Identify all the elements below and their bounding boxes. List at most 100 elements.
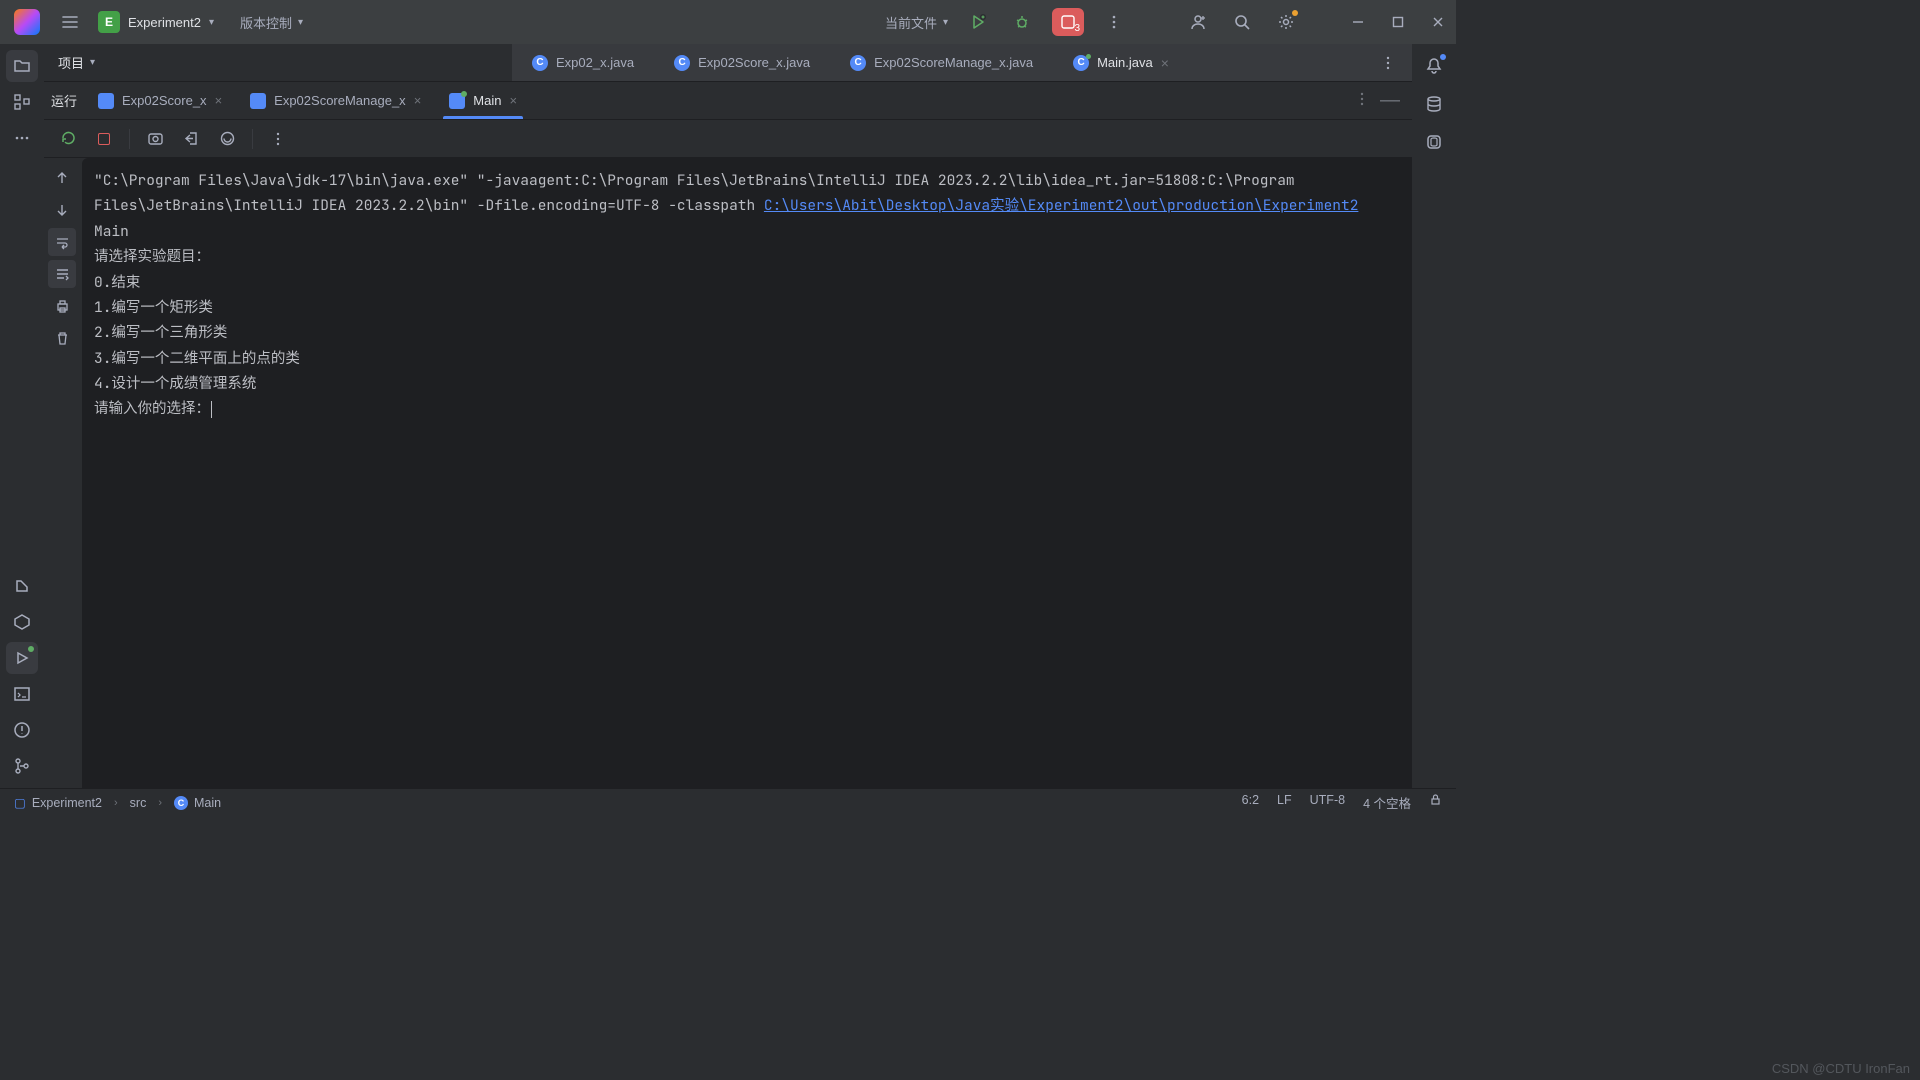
notifications-tool-button[interactable] xyxy=(1418,50,1450,82)
notifications-button[interactable]: 3 xyxy=(1052,8,1084,36)
console-line: 4.设计一个成绩管理系统 xyxy=(94,374,256,393)
editor-tab-exp02x[interactable]: C Exp02_x.java xyxy=(512,44,654,81)
chevron-down-icon: ▾ xyxy=(298,17,303,28)
run-tab-main[interactable]: Main × xyxy=(435,82,531,119)
run-tab-label: Main xyxy=(473,93,501,108)
project-badge: E xyxy=(98,11,120,33)
terminal-tool-button[interactable] xyxy=(6,678,38,710)
class-icon: C xyxy=(174,796,188,810)
maximize-icon[interactable] xyxy=(1386,10,1410,34)
chevron-down-icon: ▾ xyxy=(90,57,95,68)
scroll-down-icon[interactable] xyxy=(48,196,76,224)
git-tool-button[interactable] xyxy=(6,750,38,782)
lock-icon[interactable] xyxy=(1429,793,1442,812)
notification-count: 3 xyxy=(1074,23,1080,34)
editor-tab-label: Exp02Score_x.java xyxy=(698,55,810,70)
indent-setting[interactable]: 4 个空格 xyxy=(1363,793,1411,812)
more-icon[interactable] xyxy=(1100,8,1128,36)
line-separator[interactable]: LF xyxy=(1277,793,1292,812)
build-tool-button[interactable] xyxy=(6,570,38,602)
close-tab-icon[interactable]: × xyxy=(414,93,422,108)
run-tab-exp02score[interactable]: Exp02Score_x × xyxy=(84,82,236,119)
project-panel-title: 项目 xyxy=(58,53,84,72)
breadcrumb-seg: Experiment2 xyxy=(32,796,102,810)
right-toolbar xyxy=(1412,44,1456,788)
classpath-link[interactable]: C:\Users\Abit\Desktop\Java实验\Experiment2… xyxy=(764,196,1359,215)
editor-tab-label: Exp02_x.java xyxy=(556,55,634,70)
close-tab-icon[interactable]: × xyxy=(509,93,517,108)
hide-panel-icon[interactable]: — xyxy=(1380,89,1400,112)
file-encoding[interactable]: UTF-8 xyxy=(1310,793,1345,812)
stop-button[interactable] xyxy=(90,125,118,153)
editor-tab-label: Main.java xyxy=(1097,55,1153,70)
breadcrumb[interactable]: ▢ Experiment2 › src › C Main xyxy=(14,795,221,810)
run-config-selector[interactable]: 当前文件 ▾ xyxy=(885,13,948,32)
minimize-icon[interactable] xyxy=(1346,10,1370,34)
watermark: CSDN @CDTU IronFan xyxy=(1772,1061,1910,1076)
editor-tab-label: Exp02ScoreManage_x.java xyxy=(874,55,1033,70)
project-selector[interactable]: E Experiment2 ▾ xyxy=(92,9,220,35)
dump-button[interactable] xyxy=(213,125,241,153)
console-gutter xyxy=(44,158,80,788)
console-output[interactable]: "C:\Program Files\Java\jdk-17\bin\java.e… xyxy=(82,158,1412,788)
chevron-right-icon: › xyxy=(114,797,118,809)
screenshot-button[interactable] xyxy=(141,125,169,153)
more-actions-icon[interactable] xyxy=(264,125,292,153)
project-tool-button[interactable] xyxy=(6,50,38,82)
class-icon: C xyxy=(850,55,866,71)
console-line: 请选择实验题目： xyxy=(94,247,210,266)
rerun-button[interactable] xyxy=(54,125,82,153)
tab-options-icon[interactable] xyxy=(1374,49,1402,77)
run-config-icon xyxy=(449,93,465,109)
debug-button[interactable] xyxy=(1008,8,1036,36)
run-button[interactable] xyxy=(964,8,992,36)
settings-icon[interactable] xyxy=(1272,8,1300,36)
vcs-menu[interactable]: 版本控制 ▾ xyxy=(240,13,303,32)
main-menu-icon[interactable] xyxy=(58,10,82,34)
class-icon: C xyxy=(674,55,690,71)
exit-button[interactable] xyxy=(177,125,205,153)
database-alt-tool-button[interactable] xyxy=(1418,126,1450,158)
chevron-right-icon: › xyxy=(158,797,162,809)
run-config-icon xyxy=(250,93,266,109)
run-config-label: 当前文件 xyxy=(885,13,937,32)
run-tab-label: Exp02ScoreManage_x xyxy=(274,93,406,108)
services-tool-button[interactable] xyxy=(6,606,38,638)
vcs-menu-label: 版本控制 xyxy=(240,13,292,32)
cursor-position[interactable]: 6:2 xyxy=(1242,793,1259,812)
more-tool-button[interactable] xyxy=(6,122,38,154)
structure-tool-button[interactable] xyxy=(6,86,38,118)
soft-wrap-icon[interactable] xyxy=(48,228,76,256)
print-icon[interactable] xyxy=(48,292,76,320)
status-bar: ▢ Experiment2 › src › C Main 6:2 LF UTF-… xyxy=(0,788,1456,816)
code-with-me-icon[interactable] xyxy=(1184,8,1212,36)
left-toolbar xyxy=(0,44,44,788)
run-panel-label: 运行 xyxy=(44,82,84,119)
project-name: Experiment2 xyxy=(128,15,201,30)
editor-tab-exp02scoremanage[interactable]: C Exp02ScoreManage_x.java xyxy=(830,44,1053,81)
console-line: 0.结束 xyxy=(94,273,140,292)
editor-tab-main[interactable]: C Main.java × xyxy=(1053,44,1189,81)
close-icon[interactable] xyxy=(1426,10,1450,34)
run-tool-button[interactable] xyxy=(6,642,38,674)
titlebar: E Experiment2 ▾ 版本控制 ▾ 当前文件 ▾ 3 xyxy=(0,0,1456,44)
project-panel-header[interactable]: 项目 ▾ xyxy=(44,44,512,82)
editor-tab-exp02score[interactable]: C Exp02Score_x.java xyxy=(654,44,830,81)
run-config-icon xyxy=(98,93,114,109)
clear-icon[interactable] xyxy=(48,324,76,352)
console-line: 请输入你的选择： xyxy=(94,399,210,418)
scroll-up-icon[interactable] xyxy=(48,164,76,192)
run-tab-label: Exp02Score_x xyxy=(122,93,207,108)
module-icon: ▢ xyxy=(14,795,26,810)
run-panel-options-icon[interactable] xyxy=(1354,91,1370,110)
breadcrumb-seg: src xyxy=(130,796,147,810)
run-tab-exp02scoremanage[interactable]: Exp02ScoreManage_x × xyxy=(236,82,435,119)
class-icon: C xyxy=(1073,55,1089,71)
search-icon[interactable] xyxy=(1228,8,1256,36)
database-tool-button[interactable] xyxy=(1418,88,1450,120)
close-tab-icon[interactable]: × xyxy=(1161,55,1169,71)
scroll-to-end-icon[interactable] xyxy=(48,260,76,288)
problems-tool-button[interactable] xyxy=(6,714,38,746)
close-tab-icon[interactable]: × xyxy=(215,93,223,108)
run-panel-tabs-row: 运行 Exp02Score_x × Exp02ScoreManage_x × xyxy=(44,82,1412,120)
